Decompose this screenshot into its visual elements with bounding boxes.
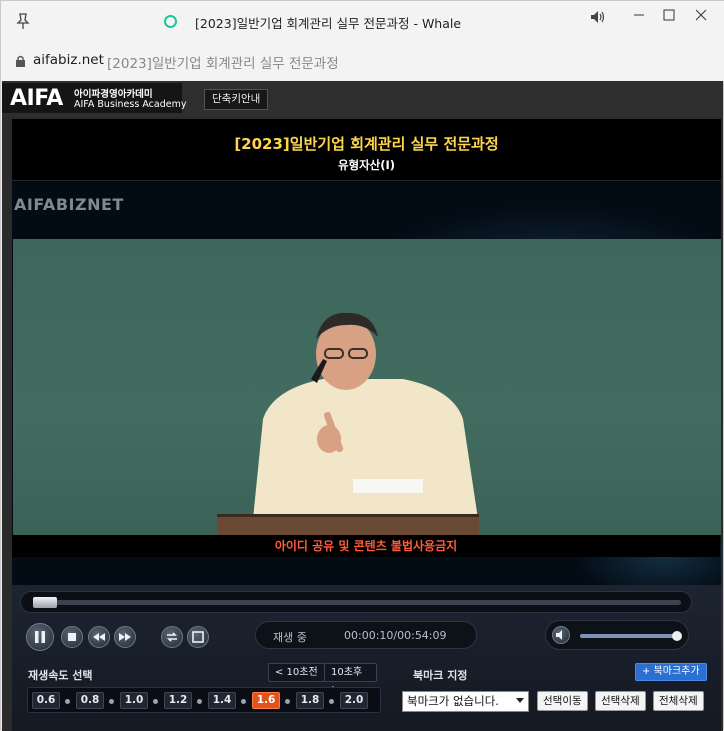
forward-10s-button[interactable]: 10초후 > — [324, 663, 377, 695]
move-bookmark-button[interactable]: 선택이동 — [537, 691, 588, 711]
maximize-icon[interactable] — [657, 5, 681, 25]
fast-forward-button[interactable] — [114, 626, 136, 648]
speed-option-1-2[interactable]: 1.2 — [164, 692, 192, 709]
minimize-icon[interactable] — [627, 5, 651, 25]
stop-icon — [68, 633, 76, 641]
usage-notice: 아이디 공유 및 콘텐츠 불법사용금지 — [12, 535, 720, 557]
speed-option-0-8[interactable]: 0.8 — [76, 692, 104, 709]
speed-label: 재생속도 선택 — [28, 669, 93, 682]
player-controls: 재생 중 00:00:10/00:54:09 재생속도 선택 < 10초전 10… — [12, 585, 721, 731]
bookmark-panel: 북마크 지정 + 북마크추가 북마크가 없습니다. 선택이동 선택삭제 전체삭제 — [392, 657, 718, 729]
lecturer-figure — [253, 312, 478, 519]
pause-icon — [35, 631, 45, 643]
logo-english: AIFA Business Academy — [74, 99, 187, 110]
logo-korean: 아이파경영아카데미 — [74, 89, 153, 100]
volume-handle[interactable] — [672, 631, 682, 641]
fullscreen-icon — [192, 631, 204, 643]
speed-separator-dot — [329, 699, 334, 704]
lecture-header: [2023]일반기업 회계관리 실무 전문과정 유형자산(Ⅰ) — [12, 119, 721, 181]
repeat-button[interactable] — [161, 626, 183, 648]
speed-separator-dot — [153, 699, 158, 704]
rewind-icon — [93, 633, 105, 641]
status-text: 재생 중 — [273, 631, 307, 644]
speed-panel: 재생속도 선택 < 10초전 10초후 > 0.6 0.8 1.0 1.2 1.4 1.6… — [22, 657, 381, 725]
add-bookmark-button[interactable]: + 북마크추가 — [635, 663, 707, 681]
video-stage[interactable]: AIFABIZNET 아이디 공유 및 콘텐츠 불법사용금지 — [12, 182, 721, 585]
speed-selector: 0.6 0.8 1.0 1.2 1.4 1.6 1.8 2.0 — [27, 687, 381, 713]
bookmark-select-value: 북마크가 없습니다. — [407, 694, 499, 708]
speed-separator-dot — [197, 699, 202, 704]
speed-option-1-0[interactable]: 1.0 — [120, 692, 148, 709]
fast-forward-icon — [119, 633, 131, 641]
pin-icon[interactable] — [13, 11, 33, 31]
volume-control[interactable] — [545, 620, 689, 650]
window-title: [2023]일반기업 회계관리 실무 전문과정 - Whale — [195, 16, 462, 31]
speed-option-1-8[interactable]: 1.8 — [296, 692, 324, 709]
playback-status: 재생 중 00:00:10/00:54:09 — [255, 621, 477, 649]
rewind-button[interactable] — [88, 626, 110, 648]
video-watermark: AIFABIZNET — [14, 195, 124, 214]
delete-all-bookmarks-button[interactable]: 전체삭제 — [653, 691, 704, 711]
url-page-title: [2023]일반기업 회계관리 실무 전문과정 — [107, 56, 339, 72]
stop-button[interactable] — [61, 626, 83, 648]
speaker-icon[interactable] — [588, 7, 608, 27]
site-header: AIFA 아이파경영아카데미 AIFA Business Academy 단축키… — [2, 81, 723, 117]
logo-mark: AIFA — [10, 86, 63, 111]
url-host: aifabiz.net — [33, 52, 104, 68]
seek-handle[interactable] — [32, 597, 57, 608]
speed-option-0-6[interactable]: 0.6 — [32, 692, 60, 709]
address-bar[interactable]: aifabiz.net [2023]일반기업 회계관리 실무 전문과정 — [1, 41, 724, 81]
title-bar: [2023]일반기업 회계관리 실무 전문과정 - Whale — [1, 1, 724, 41]
speed-option-1-4[interactable]: 1.4 — [208, 692, 236, 709]
close-icon[interactable] — [689, 5, 713, 25]
back-10s-button[interactable]: < 10초전 — [268, 663, 325, 682]
mute-button[interactable] — [552, 626, 570, 644]
video-player: [2023]일반기업 회계관리 실무 전문과정 유형자산(Ⅰ) AIFABIZN… — [12, 119, 721, 731]
chevron-down-icon — [516, 698, 524, 703]
shortcut-guide-button[interactable]: 단축키안내 — [204, 89, 269, 110]
tab-loading-icon — [164, 15, 177, 28]
repeat-icon — [167, 632, 177, 642]
lecture-subtitle: 유형자산(Ⅰ) — [337, 158, 396, 172]
pause-button[interactable] — [26, 623, 54, 651]
site-logo[interactable]: AIFA 아이파경영아카데미 AIFA Business Academy — [2, 83, 186, 113]
bookmark-label: 북마크 지정 — [413, 669, 468, 682]
speed-option-2-0[interactable]: 2.0 — [340, 692, 368, 709]
seek-bar[interactable] — [20, 591, 692, 613]
fullscreen-button[interactable] — [187, 626, 209, 648]
speed-separator-dot — [285, 699, 290, 704]
speed-option-1-6[interactable]: 1.6 — [252, 692, 280, 709]
lecture-page: AIFA 아이파경영아카데미 AIFA Business Academy 단축키… — [2, 81, 723, 731]
speed-separator-dot — [241, 699, 246, 704]
speed-separator-dot — [65, 699, 70, 704]
video-frame[interactable] — [13, 239, 721, 535]
volume-icon — [556, 630, 562, 640]
bookmark-select[interactable]: 북마크가 없습니다. — [402, 691, 529, 712]
seek-track[interactable] — [33, 600, 681, 605]
browser-window: [2023]일반기업 회계관리 실무 전문과정 - Whale aifabiz.… — [0, 0, 724, 731]
podium — [217, 514, 479, 535]
volume-track[interactable] — [580, 634, 676, 638]
time-display: 00:00:10/00:54:09 — [344, 629, 447, 642]
lecture-title: [2023]일반기업 회계관리 실무 전문과정 — [234, 135, 499, 153]
lock-icon — [16, 55, 25, 67]
delete-bookmark-button[interactable]: 선택삭제 — [595, 691, 646, 711]
speed-separator-dot — [109, 699, 114, 704]
